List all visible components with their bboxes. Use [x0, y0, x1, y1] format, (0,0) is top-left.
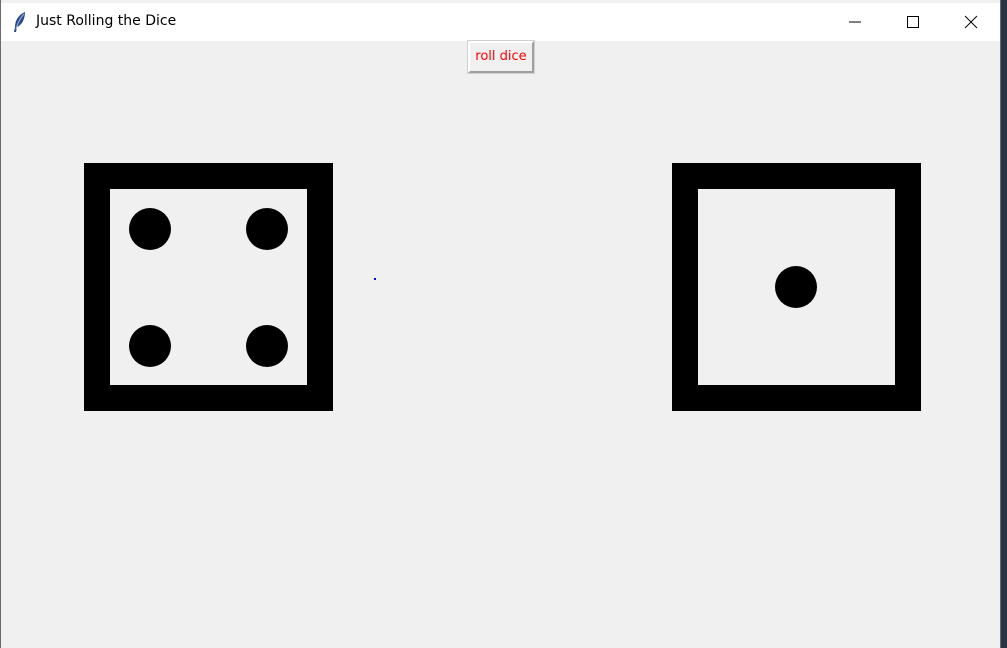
- feather-icon: [12, 11, 28, 33]
- pip-dot: [129, 208, 171, 250]
- minimize-icon: [849, 21, 861, 23]
- pip-dot: [129, 325, 171, 367]
- maximize-icon: [907, 16, 919, 28]
- die-right: [672, 163, 921, 411]
- minimize-button[interactable]: [826, 3, 884, 41]
- dice-canvas: roll dice: [1, 40, 1000, 648]
- close-icon: [964, 15, 978, 29]
- pip-dot: [775, 266, 817, 308]
- die-left: [84, 163, 333, 411]
- window-title: Just Rolling the Dice: [36, 13, 177, 29]
- close-button[interactable]: [942, 3, 1000, 41]
- background-edge: [1001, 0, 1007, 648]
- app-window: Just Rolling the Dice roll dice: [0, 0, 1001, 648]
- maximize-button[interactable]: [884, 3, 942, 41]
- pip-dot: [246, 208, 288, 250]
- title-bar[interactable]: Just Rolling the Dice: [1, 3, 1000, 41]
- marker-dot: [374, 278, 376, 280]
- pip-dot: [246, 325, 288, 367]
- roll-dice-button[interactable]: roll dice: [467, 40, 535, 74]
